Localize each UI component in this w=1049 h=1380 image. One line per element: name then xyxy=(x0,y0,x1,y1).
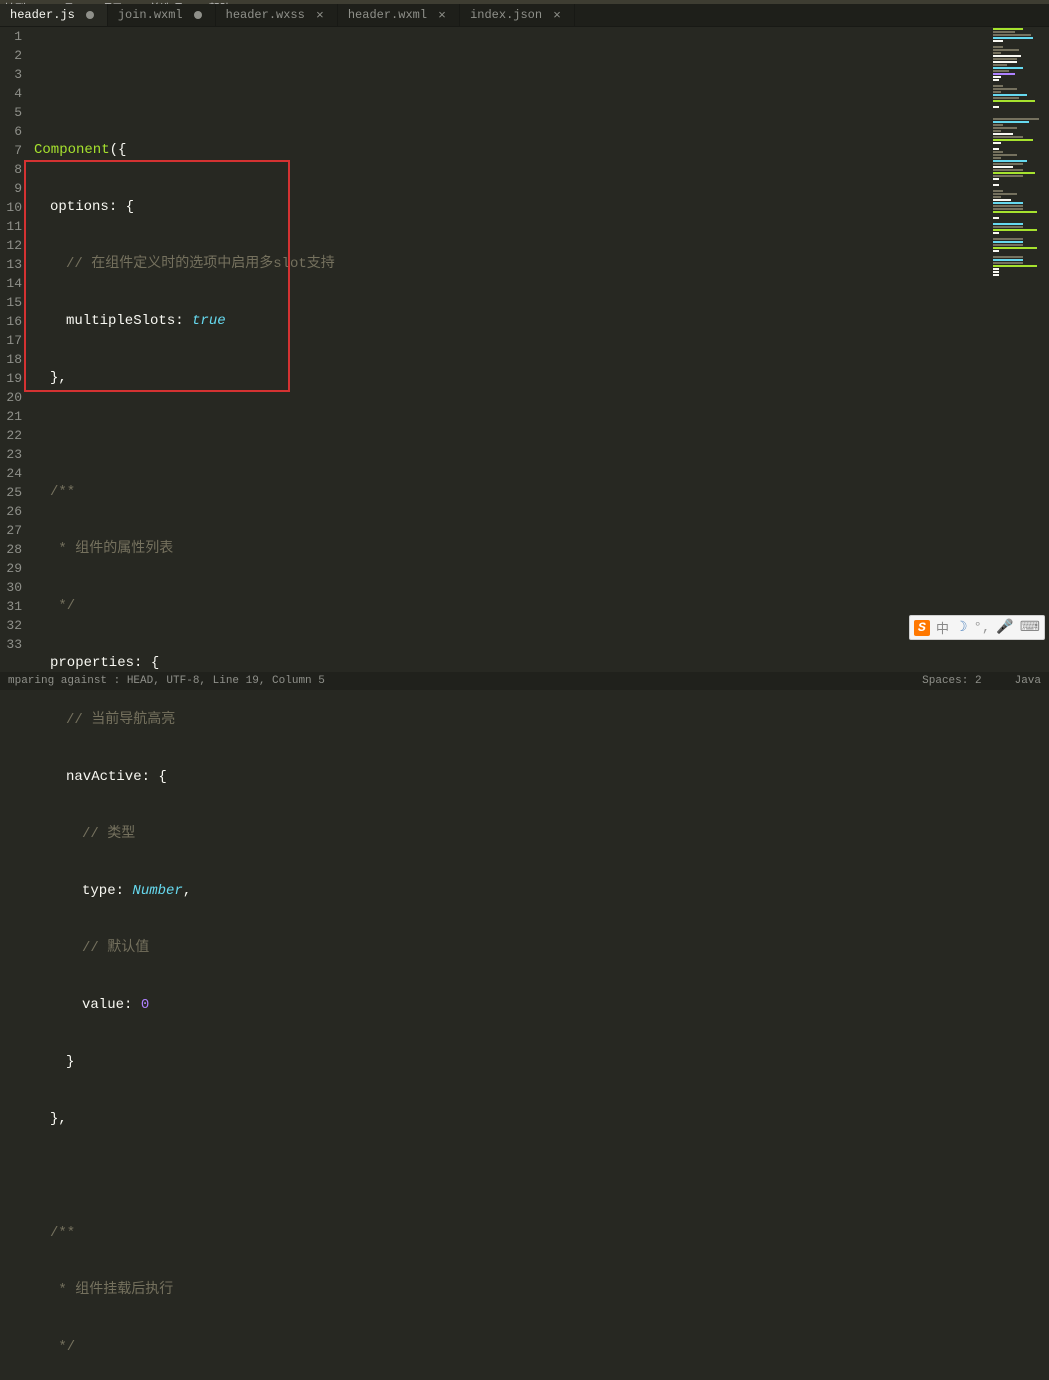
code-line: // 当前导航高亮 xyxy=(34,711,991,730)
code-line: }, xyxy=(34,1110,991,1129)
code-line: Component({ xyxy=(34,141,991,160)
tab-label: header.js xyxy=(10,8,75,22)
code-line: /** xyxy=(34,1224,991,1243)
statusbar: mparing against : HEAD, UTF-8, Line 19, … xyxy=(0,672,1049,690)
code-line: */ xyxy=(34,597,991,616)
code-line: // 类型 xyxy=(34,825,991,844)
tab-header-wxml[interactable]: header.wxml × xyxy=(338,4,460,26)
tab-label: header.wxml xyxy=(348,8,427,22)
code-line: multipleSlots: true xyxy=(34,312,991,331)
code-line: * 组件挂载后执行 xyxy=(34,1281,991,1300)
tab-header-js[interactable]: header.js × xyxy=(0,4,108,26)
code-area[interactable]: Component({ options: { // 在组件定义时的选项中启用多s… xyxy=(26,27,991,675)
editor[interactable]: 12345 678910 1112131415 1617181920 21222… xyxy=(0,27,1049,675)
code-line: * 组件的属性列表 xyxy=(34,540,991,559)
line-gutter: 12345 678910 1112131415 1617181920 21222… xyxy=(0,27,26,675)
tab-bar: header.js × join.wxml × header.wxss × he… xyxy=(0,4,1049,27)
tab-header-wxss[interactable]: header.wxss × xyxy=(216,4,338,26)
close-icon[interactable]: × xyxy=(550,8,564,22)
mic-icon[interactable]: 🎤 xyxy=(996,619,1013,636)
code-line xyxy=(34,84,991,103)
code-line: /** xyxy=(34,483,991,502)
punct-icon[interactable]: °, xyxy=(974,620,991,636)
code-line: navActive: { xyxy=(34,768,991,787)
code-line: // 默认值 xyxy=(34,939,991,958)
dirty-icon xyxy=(191,8,205,22)
tab-label: header.wxss xyxy=(226,8,305,22)
tab-index-json[interactable]: index.json × xyxy=(460,4,575,26)
code-line: value: 0 xyxy=(34,996,991,1015)
code-line: */ xyxy=(34,1338,991,1357)
status-left: mparing against : HEAD, UTF-8, Line 19, … xyxy=(8,675,325,687)
status-spaces[interactable]: Spaces: 2 xyxy=(922,675,981,687)
code-line: // 在组件定义时的选项中启用多slot支持 xyxy=(34,255,991,274)
moon-icon[interactable]: ☽ xyxy=(955,619,968,636)
dirty-icon xyxy=(83,8,97,22)
close-icon[interactable]: × xyxy=(435,8,449,22)
ime-lang-cn[interactable]: 中 xyxy=(936,618,949,637)
code-line: } xyxy=(34,1053,991,1072)
code-line xyxy=(34,426,991,445)
code-line: properties: { xyxy=(34,654,991,673)
ime-logo-icon: S xyxy=(914,620,930,636)
code-line: }, xyxy=(34,369,991,388)
ime-toolbar[interactable]: S 中 ☽ °, 🎤 ⌨ xyxy=(909,615,1045,640)
close-icon[interactable]: × xyxy=(313,8,327,22)
keyboard-icon[interactable]: ⌨ xyxy=(1020,619,1040,636)
code-line: options: { xyxy=(34,198,991,217)
minimap[interactable] xyxy=(991,27,1049,675)
code-line: type: Number, xyxy=(34,882,991,901)
status-right: Spaces: 2 Java xyxy=(922,675,1041,687)
tab-label: join.wxml xyxy=(118,8,183,22)
tab-label: index.json xyxy=(470,8,542,22)
tab-join-wxml[interactable]: join.wxml × xyxy=(108,4,216,26)
status-syntax[interactable]: Java xyxy=(1015,675,1041,687)
code-line xyxy=(34,1167,991,1186)
highlight-box xyxy=(24,160,290,392)
